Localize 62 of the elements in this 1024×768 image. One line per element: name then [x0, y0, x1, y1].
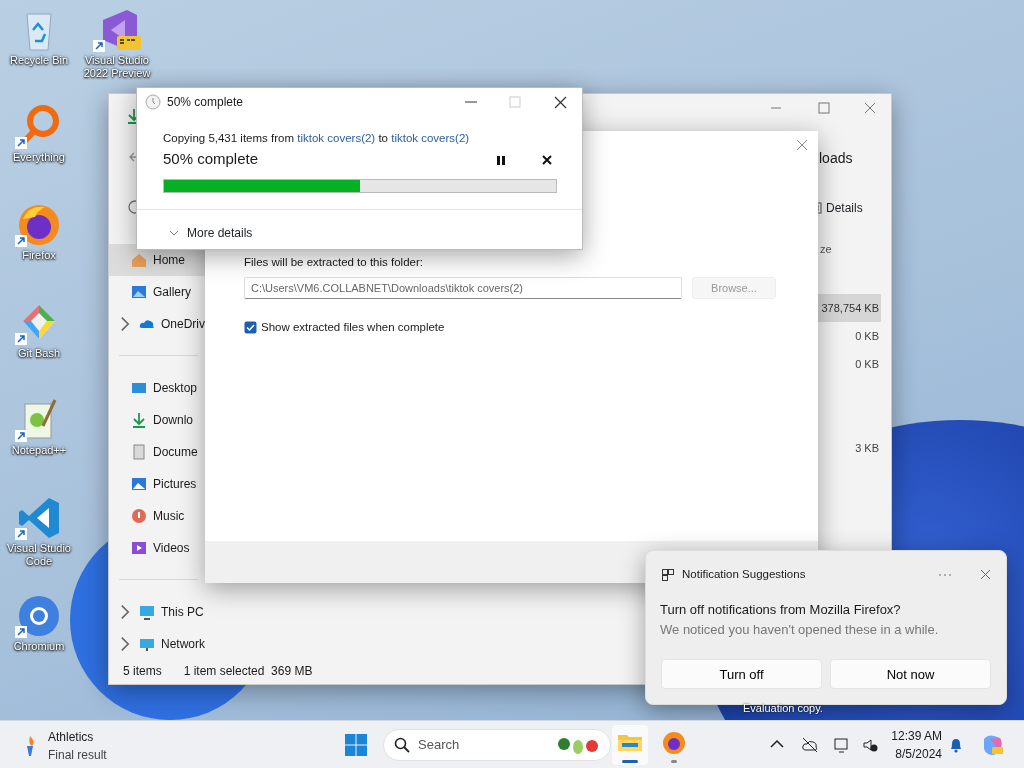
muted-speaker-icon[interactable]: [862, 737, 878, 753]
chevron-down-icon: [169, 229, 179, 236]
close-icon[interactable]: [554, 96, 568, 109]
sidebar-item[interactable]: OneDriv: [109, 308, 206, 340]
size-cell-text: 3 KB: [854, 441, 880, 456]
gallery-icon: [131, 284, 147, 300]
search-field[interactable]: Search: [383, 729, 611, 761]
desktop-icon: [131, 380, 147, 396]
grid-icon: [662, 568, 674, 581]
monitor-icon: [139, 604, 155, 620]
pause-icon[interactable]: [496, 154, 506, 165]
sidebar-item[interactable]: Downlo: [109, 404, 206, 436]
download-icon: [131, 412, 147, 428]
video-icon: [131, 540, 147, 556]
watermark-text: Evaluation copy.: [743, 701, 823, 716]
clock-time[interactable]: 12:39 AM: [880, 727, 942, 745]
window-title: 50% complete: [167, 94, 244, 111]
size-cell-text: 0 KB: [854, 329, 880, 344]
clock-icon: [145, 94, 161, 110]
notification-button[interactable]: Turn off: [661, 659, 822, 690]
windows-start-icon[interactable]: [344, 733, 368, 757]
column-header[interactable]: ze: [820, 241, 832, 258]
folder-link[interactable]: tiktok covers(2): [297, 132, 376, 144]
document-icon: [131, 444, 147, 460]
network-icon: [139, 636, 155, 652]
home-icon: [131, 252, 147, 268]
size-cell-text: 0 KB: [854, 357, 880, 372]
status-text: 5 items: [123, 663, 162, 680]
bell-icon[interactable]: [949, 737, 963, 753]
folder-link[interactable]: tiktok covers(2): [391, 132, 470, 144]
picture-icon: [131, 476, 147, 492]
more-details-button[interactable]: More details: [161, 219, 261, 246]
sidebar-item[interactable]: Docume: [109, 436, 206, 468]
notification-body: We noticed you haven't opened these in a while.: [660, 620, 940, 639]
path-field[interactable]: C:\Users\VM6.COLLABNET\Downloads\tiktok covers(2): [244, 277, 682, 300]
notification-title: Turn off notifications from Mozilla Firefox?: [660, 601, 902, 620]
checkbox-label: Show extracted files when complete: [261, 320, 445, 336]
sidebar-item[interactable]: Desktop: [109, 372, 206, 404]
status-text: 1 item selected 369 MB: [183, 663, 313, 680]
sidebar-item[interactable]: Videos: [109, 532, 206, 564]
search-icon: [394, 737, 410, 753]
taskbar-app-button[interactable]: [612, 725, 648, 765]
folder-label: Files will be extracted to this folder:: [244, 255, 424, 270]
sidebar-item[interactable]: Gallery: [109, 276, 206, 308]
music-icon: [131, 508, 147, 524]
cancel-icon[interactable]: [542, 154, 552, 165]
clock-date[interactable]: 8/5/2024: [880, 745, 942, 763]
notification-button[interactable]: Not now: [830, 659, 991, 690]
firefox-icon: [660, 729, 688, 757]
notification-app-name: Notification Suggestions: [682, 567, 806, 582]
progress-heading: 50% complete: [163, 149, 259, 170]
copy-status-text: Copying 5,431 items from tiktok covers(2) to tiktok covers(2): [163, 131, 471, 146]
sidebar-item[interactable]: This PC: [109, 596, 206, 628]
widget-title[interactable]: Athletics: [48, 728, 107, 746]
sidebar-item[interactable]: Music: [109, 500, 206, 532]
folder-title: loads: [819, 149, 853, 168]
monitor-icon[interactable]: [834, 737, 850, 753]
sidebar-item[interactable]: Pictures: [109, 468, 206, 500]
widget-subtitle[interactable]: Final result: [48, 746, 107, 764]
sidebar-item[interactable]: Network: [109, 628, 206, 660]
checkbox[interactable]: [244, 321, 257, 335]
cloud-off-icon[interactable]: [802, 737, 818, 753]
